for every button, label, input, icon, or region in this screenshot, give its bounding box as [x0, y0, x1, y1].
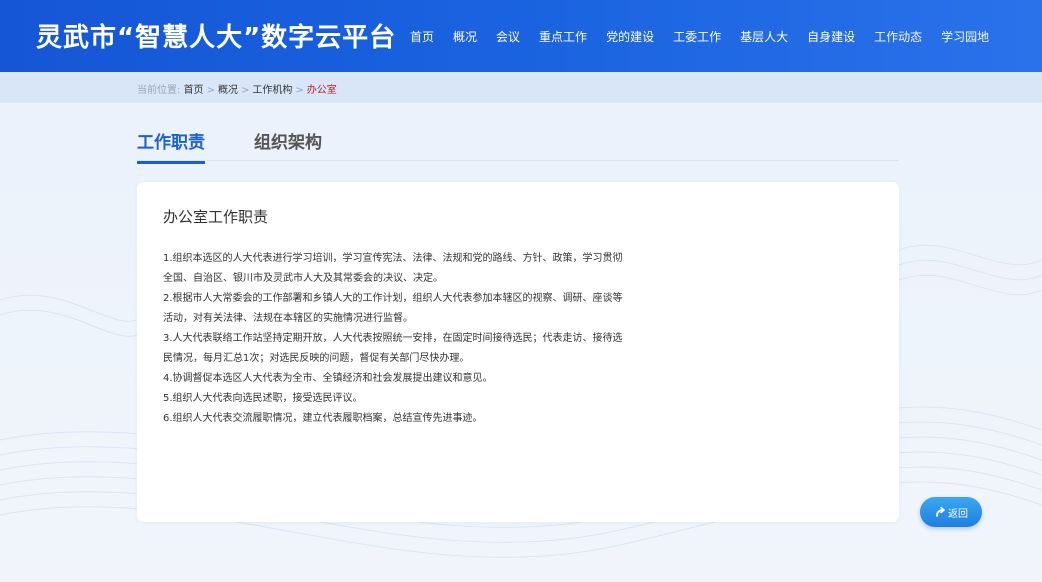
breadcrumb-prefix: 当前位置:: [137, 85, 181, 96]
tab-bar: 工作职责 组织架构: [137, 128, 899, 164]
back-button-label: 返回: [948, 508, 968, 520]
main-nav: 首页 概况 会议 重点工作 党的建设 工委工作 基层人大 自身建设 工作动态 学…: [410, 0, 1008, 72]
breadcrumb-current: 办公室: [306, 85, 337, 96]
content-title: 办公室工作职责: [163, 208, 269, 226]
nav-item-home[interactable]: 首页: [410, 28, 434, 45]
breadcrumb-work-agencies[interactable]: 工作机构: [252, 85, 292, 96]
breadcrumb-overview[interactable]: 概况: [218, 85, 238, 96]
nav-item-key-work[interactable]: 重点工作: [539, 28, 587, 45]
nav-item-self-building[interactable]: 自身建设: [807, 28, 855, 45]
breadcrumb-home[interactable]: 首页: [184, 85, 204, 96]
content-line: 全国、自治区、银川市及灵武市人大及其常委会的决议、决定。: [163, 273, 443, 284]
content-line: 6.组织人大代表交流履职情况，建立代表履职档案，总结宣传先进事迹。: [163, 413, 483, 424]
top-header: 灵武市“智慧人大”数字云平台 首页 概况 会议 重点工作 党的建设 工委工作 基…: [0, 0, 1042, 72]
content-line: 3.人大代表联络工作站坚持定期开放，人大代表按照统一安排，在固定时间接待选民；代…: [163, 333, 623, 344]
content-line: 1.组织本选区的人大代表进行学习培训，学习宣传宪法、法律、法规和党的路线、方针、…: [163, 253, 623, 264]
nav-item-meetings[interactable]: 会议: [496, 28, 520, 45]
nav-item-party-building[interactable]: 党的建设: [606, 28, 654, 45]
nav-item-committee-work[interactable]: 工委工作: [673, 28, 721, 45]
content-line: 4.协调督促本选区人大代表为全市、全镇经济和社会发展提出建议和意见。: [163, 373, 493, 384]
return-arrow-icon: [936, 506, 945, 517]
breadcrumb-separator: >: [295, 85, 304, 96]
site-title[interactable]: 灵武市“智慧人大”数字云平台: [36, 17, 396, 54]
nav-item-news[interactable]: 工作动态: [874, 28, 922, 45]
nav-item-learning[interactable]: 学习园地: [941, 28, 989, 45]
nav-item-grassroots[interactable]: 基层人大: [740, 28, 788, 45]
content-body: 1.组织本选区的人大代表进行学习培训，学习宣传宪法、法律、法规和党的路线、方针、…: [163, 249, 683, 429]
nav-item-overview[interactable]: 概况: [453, 28, 477, 45]
breadcrumb-separator: >: [206, 85, 215, 96]
content-line: 2.根据市人大常委会的工作部署和乡镇人大的工作计划，组织人大代表参加本辖区的视察…: [163, 293, 623, 304]
content-line: 活动，对有关法律、法规在本辖区的实施情况进行监督。: [163, 313, 413, 324]
content-card: 办公室工作职责 1.组织本选区的人大代表进行学习培训，学习宣传宪法、法律、法规和…: [137, 182, 899, 522]
content-line: 民情况，每月汇总1次；对选民反映的问题，督促有关部门尽快办理。: [163, 353, 470, 364]
breadcrumb-bar: 当前位置: 首页 > 概况 > 工作机构 > 办公室: [0, 72, 1042, 103]
breadcrumb: 当前位置: 首页 > 概况 > 工作机构 > 办公室: [137, 81, 337, 96]
tab-org-structure[interactable]: 组织架构: [254, 128, 322, 161]
breadcrumb-separator: >: [240, 85, 250, 96]
content-line: 5.组织人大代表向选民述职，接受选民评议。: [163, 393, 363, 404]
back-button[interactable]: 返回: [920, 497, 982, 527]
tab-work-duties[interactable]: 工作职责: [137, 128, 205, 164]
